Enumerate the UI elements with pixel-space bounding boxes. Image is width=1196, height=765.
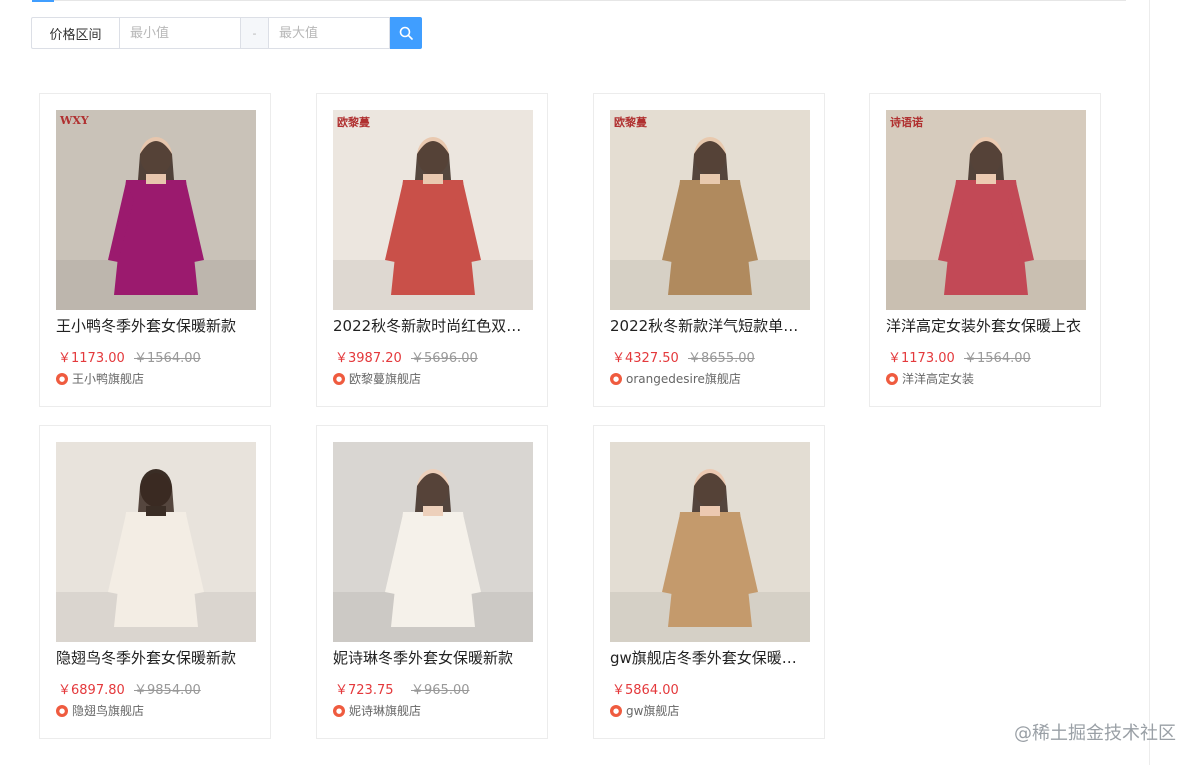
shop-name: gw旗舰店 (626, 704, 680, 718)
product-image[interactable]: 欧黎蔓 (610, 110, 810, 310)
shop-link[interactable]: ● orangedesire旗舰店 (610, 370, 741, 387)
product-image[interactable]: WXY (56, 110, 256, 310)
product-card[interactable]: 诗语诺洋洋高定女装外套女保暖上衣 ￥1173.00 ￥1564.00 ● 洋洋高定女装 (869, 93, 1101, 407)
product-image[interactable] (56, 442, 256, 642)
shop-link[interactable]: ● 妮诗琳旗舰店 (333, 702, 421, 719)
brand-logo: 诗语诺 (890, 116, 923, 129)
original-price: ￥5696.00 (411, 351, 478, 366)
shop-link[interactable]: ● gw旗舰店 (610, 702, 679, 719)
original-price: ￥8655.00 (688, 351, 755, 366)
price-filter: 价格区间 - (31, 17, 422, 49)
product-price: ￥1173.00 (58, 351, 125, 366)
shop-icon: ● (610, 372, 622, 385)
product-card[interactable]: 妮诗琳冬季外套女保暖新款 ￥723.75 ￥965.00 ● 妮诗琳旗舰店 (316, 425, 548, 739)
shop-icon: ● (886, 372, 898, 385)
brand-logo: 欧黎蔓 (614, 116, 647, 129)
product-image[interactable]: 诗语诺 (886, 110, 1086, 310)
shop-name: orangedesire旗舰店 (626, 372, 741, 386)
product-title[interactable]: gw旗舰店冬季外套女保暖新款 (610, 648, 810, 668)
product-card[interactable]: gw旗舰店冬季外套女保暖新款 ￥5864.00 ● gw旗舰店 (593, 425, 825, 739)
shop-link[interactable]: ● 隐翅鸟旗舰店 (56, 702, 144, 719)
min-price-input[interactable] (119, 17, 241, 49)
original-price: ￥1564.00 (964, 351, 1031, 366)
brand-logo: WXY (60, 114, 89, 127)
product-price: ￥5864.00 (612, 683, 679, 698)
product-card[interactable]: WXY 王小鸭冬季外套女保暖新款 ￥1173.00 ￥1564.00 ● 王小鸭旗舰店 (39, 93, 271, 407)
range-separator: - (241, 17, 268, 49)
original-price: ￥965.00 (411, 683, 470, 698)
product-title[interactable]: 妮诗琳冬季外套女保暖新款 (333, 648, 533, 668)
watermark: @稀土掘金技术社区 (1014, 723, 1176, 744)
shop-name: 欧黎蔓旗舰店 (349, 372, 422, 386)
shop-link[interactable]: ● 王小鸭旗舰店 (56, 370, 144, 387)
product-price: ￥1173.00 (888, 351, 955, 366)
product-price: ￥4327.50 (612, 351, 679, 366)
shop-icon: ● (610, 704, 622, 717)
shop-name: 洋洋高定女装 (902, 372, 975, 386)
shop-name: 妮诗琳旗舰店 (349, 704, 422, 718)
product-card[interactable]: 欧黎蔓 2022秋冬新款洋气短款单排扣 ￥4327.50 ￥8655.00 ● orang… (593, 93, 825, 407)
active-tab-indicator (32, 0, 54, 2)
shop-link[interactable]: ● 洋洋高定女装 (886, 370, 974, 387)
shop-name: 隐翅鸟旗舰店 (72, 704, 145, 718)
shop-name: 王小鸭旗舰店 (72, 372, 145, 386)
shop-icon: ● (56, 372, 68, 385)
tab-divider (32, 0, 1126, 1)
product-title[interactable]: 2022秋冬新款洋气短款单排扣 (610, 316, 810, 336)
product-price: ￥3987.20 (335, 351, 402, 366)
product-price: ￥723.75 (335, 683, 394, 698)
product-title[interactable]: 王小鸭冬季外套女保暖新款 (56, 316, 256, 336)
product-image[interactable]: 欧黎蔓 (333, 110, 533, 310)
brand-logo: 欧黎蔓 (337, 116, 370, 129)
product-title[interactable]: 洋洋高定女装外套女保暖上衣 (886, 316, 1086, 336)
original-price: ￥9854.00 (134, 683, 201, 698)
shop-icon: ● (333, 372, 345, 385)
shop-icon: ● (333, 704, 345, 717)
shop-link[interactable]: ● 欧黎蔓旗舰店 (333, 370, 421, 387)
product-title[interactable]: 2022秋冬新款时尚红色双排扣 (333, 316, 533, 336)
product-title[interactable]: 隐翅鸟冬季外套女保暖新款 (56, 648, 256, 668)
search-icon (399, 26, 413, 40)
product-image[interactable] (610, 442, 810, 642)
product-price: ￥6897.80 (58, 683, 125, 698)
max-price-input[interactable] (268, 17, 390, 49)
price-range-label: 价格区间 (31, 17, 119, 49)
original-price: ￥1564.00 (134, 351, 201, 366)
search-button[interactable] (390, 17, 422, 49)
product-card[interactable]: 欧黎蔓 2022秋冬新款时尚红色双排扣 ￥3987.20 ￥5696.00 ● 欧黎蔓旗舰… (316, 93, 548, 407)
product-image[interactable] (333, 442, 533, 642)
product-card[interactable]: 隐翅鸟冬季外套女保暖新款 ￥6897.80 ￥9854.00 ● 隐翅鸟旗舰店 (39, 425, 271, 739)
shop-icon: ● (56, 704, 68, 717)
